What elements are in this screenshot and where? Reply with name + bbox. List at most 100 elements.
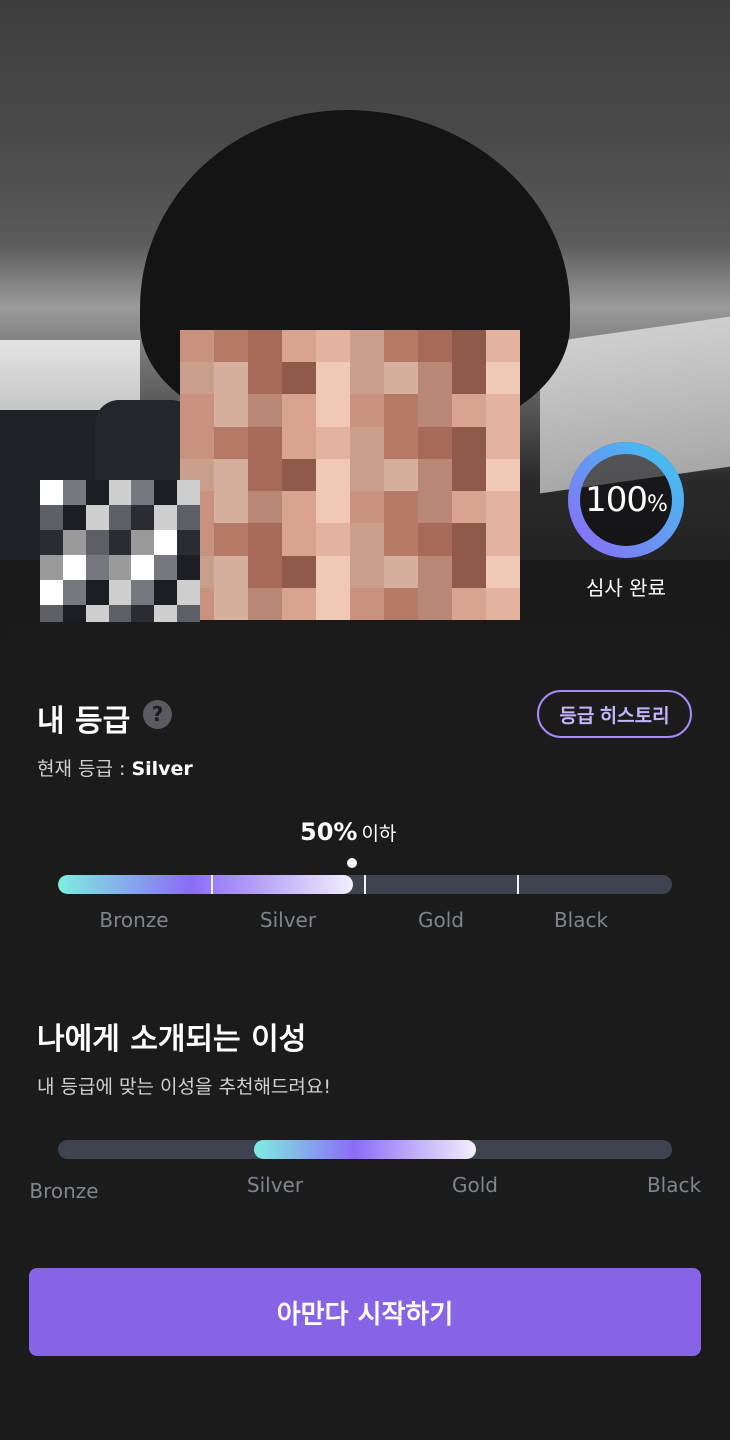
mosaic-pixel: [350, 362, 384, 395]
range-label-gold: Gold: [452, 1173, 498, 1197]
mosaic-pixel: [316, 587, 350, 620]
my-grade-title: 내 등급: [37, 704, 131, 739]
mosaic-pixel: [452, 555, 486, 588]
grade-history-button[interactable]: 등급 히스토리: [537, 690, 692, 738]
pixelated-face: [180, 330, 520, 620]
mosaic-pixel: [177, 580, 200, 605]
mosaic-pixel: [154, 480, 178, 505]
mosaic-pixel: [85, 505, 109, 530]
mosaic-pixel: [486, 330, 520, 363]
range-label-bronze: Bronze: [29, 1179, 99, 1203]
mosaic-pixel: [62, 580, 86, 605]
mosaic-pixel: [85, 530, 109, 555]
mosaic-pixel: [384, 394, 418, 427]
mosaic-pixel: [350, 394, 384, 427]
mosaic-pixel: [316, 394, 350, 427]
match-range-fill: [254, 1140, 476, 1159]
mosaic-pixel: [350, 458, 384, 492]
mosaic-pixel: [486, 458, 520, 492]
mosaic-pixel: [384, 523, 418, 556]
mosaic-pixel: [350, 587, 384, 620]
mosaic-pixel: [418, 330, 452, 363]
mosaic-pixel: [384, 587, 418, 620]
mosaic-pixel: [177, 505, 200, 530]
mosaic-pixel: [350, 426, 384, 459]
mosaic-pixel: [486, 394, 520, 427]
mosaic-pixel: [108, 480, 132, 505]
mosaic-pixel: [350, 555, 384, 588]
mosaic-pixel: [180, 426, 214, 459]
mosaic-pixel: [248, 523, 282, 556]
mosaic-pixel: [131, 580, 155, 605]
question-icon[interactable]: ?: [143, 700, 172, 729]
mosaic-pixel: [177, 480, 200, 505]
mosaic-pixel: [282, 555, 316, 588]
mosaic-pixel: [40, 505, 63, 530]
current-grade-value: Silver: [131, 758, 193, 780]
pixelated-hand: [40, 480, 200, 630]
mosaic-pixel: [131, 555, 155, 580]
mosaic-pixel: [248, 458, 282, 492]
mosaic-pixel: [486, 491, 520, 524]
tier-label-black: Black: [553, 908, 609, 932]
mosaic-pixel: [214, 491, 248, 524]
mosaic-pixel: [316, 458, 350, 492]
mosaic-pixel: [282, 362, 316, 395]
mosaic-pixel: [108, 505, 132, 530]
mosaic-pixel: [384, 362, 418, 395]
mosaic-pixel: [180, 394, 214, 427]
mosaic-pixel: [418, 362, 452, 395]
mosaic-pixel: [452, 394, 486, 427]
mosaic-pixel: [452, 330, 486, 363]
percentile-marker: [347, 858, 357, 868]
mosaic-pixel: [350, 330, 384, 363]
mosaic-pixel: [214, 555, 248, 588]
mosaic-pixel: [154, 580, 178, 605]
mosaic-pixel: [452, 587, 486, 620]
mosaic-pixel: [350, 491, 384, 524]
mosaic-pixel: [282, 587, 316, 620]
mosaic-pixel: [248, 362, 282, 395]
mosaic-pixel: [40, 530, 63, 555]
mosaic-pixel: [180, 330, 214, 363]
intro-title: 나에게 소개되는 이성: [37, 1022, 307, 1057]
current-grade-text: 현재 등급 : Silver: [37, 754, 193, 781]
start-amanda-button[interactable]: 아만다 시작하기: [29, 1268, 701, 1356]
mosaic-pixel: [384, 555, 418, 588]
mosaic-pixel: [316, 491, 350, 524]
mosaic-pixel: [154, 505, 178, 530]
mosaic-pixel: [62, 555, 86, 580]
mosaic-pixel: [85, 580, 109, 605]
mosaic-pixel: [214, 394, 248, 427]
mosaic-pixel: [316, 523, 350, 556]
mosaic-pixel: [85, 480, 109, 505]
mosaic-pixel: [62, 505, 86, 530]
mosaic-pixel: [316, 555, 350, 588]
mosaic-pixel: [282, 523, 316, 556]
mosaic-pixel: [452, 458, 486, 492]
tier-divider: [364, 875, 366, 894]
mosaic-pixel: [214, 458, 248, 492]
mosaic-pixel: [486, 426, 520, 459]
mosaic-pixel: [418, 458, 452, 492]
mosaic-pixel: [154, 555, 178, 580]
mosaic-pixel: [316, 362, 350, 395]
mosaic-pixel: [248, 491, 282, 524]
mosaic-pixel: [486, 523, 520, 556]
mosaic-pixel: [40, 480, 63, 505]
mosaic-pixel: [108, 555, 132, 580]
mosaic-pixel: [214, 426, 248, 459]
mosaic-pixel: [131, 530, 155, 555]
mosaic-pixel: [177, 530, 200, 555]
tier-label-bronze: Bronze: [99, 908, 169, 932]
mosaic-pixel: [282, 458, 316, 492]
intro-subtitle: 내 등급에 맞는 이성을 추천해드려요!: [37, 1076, 331, 1098]
mosaic-pixel: [248, 394, 282, 427]
mosaic-pixel: [418, 523, 452, 556]
mosaic-pixel: [62, 480, 86, 505]
mosaic-pixel: [452, 491, 486, 524]
mosaic-pixel: [418, 394, 452, 427]
mosaic-pixel: [85, 555, 109, 580]
percentile-suffix: 이하: [361, 823, 397, 845]
mosaic-pixel: [177, 555, 200, 580]
